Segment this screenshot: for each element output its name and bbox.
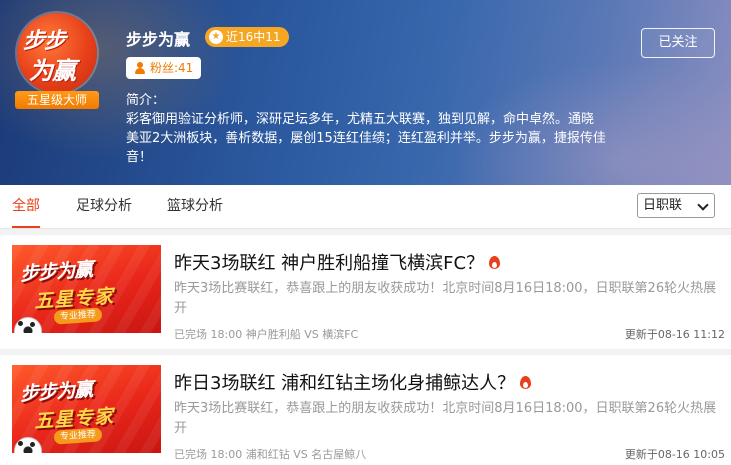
expert-intro: 简介： 彩客御用验证分析师，深研足坛多年，尤精五大联赛，独到见解，命中卓然。通晓… bbox=[126, 91, 606, 167]
article-match-info: 已完场 18:00 神户胜利船 VS 横滨FC bbox=[174, 328, 359, 341]
record-badge: ★ 近16中11 bbox=[205, 27, 289, 47]
fire-icon bbox=[488, 254, 501, 270]
thumbnail-title: 步步为赢 bbox=[19, 258, 93, 286]
article-title[interactable]: 昨天3场联红 神户胜利船撞飞横滨FC？ bbox=[174, 249, 501, 275]
expert-name: 步步为赢 bbox=[126, 30, 191, 49]
article-title[interactable]: 昨日3场联红 浦和红钻主场化身捕鲸达人？ bbox=[174, 369, 532, 395]
avatar-logo: 步步 为赢 bbox=[17, 13, 97, 93]
article-summary: 昨天3场比赛联红，恭喜跟上的朋友收获成功！北京时间8月16日18:00，日职联第… bbox=[174, 281, 717, 316]
expert-header: 步步 为赢 五星级大师 步步为赢 ★ 近16中11 粉丝:41 简介： 彩客御用… bbox=[0, 0, 731, 185]
expert-page: 步步 为赢 五星级大师 步步为赢 ★ 近16中11 粉丝:41 简介： 彩客御用… bbox=[0, 0, 731, 465]
article-title-text: 昨天3场联红 神户胜利船撞飞横滨FC？ bbox=[174, 253, 485, 274]
article-summary: 昨天3场比赛联红，恭喜跟上的朋友收获成功！北京时间8月16日18:00，日职联第… bbox=[174, 401, 717, 436]
article-item[interactable]: 步步为赢 五星专家 专业推荐 昨天3场联红 神户胜利船撞飞横滨FC？ 昨天3场比… bbox=[0, 235, 731, 349]
article-item[interactable]: 步步为赢 五星专家 专业推荐 昨日3场联红 浦和红钻主场化身捕鲸达人？ 昨天3场… bbox=[0, 355, 731, 465]
article-updated-time: 更新于08-16 11:12 bbox=[624, 328, 725, 341]
league-select-value: 日职联 bbox=[643, 198, 683, 213]
tab-basketball-analysis[interactable]: 篮球分析 bbox=[167, 185, 223, 228]
article-match-info: 已完场 18:00 浦和红钻 VS 名古屋鲸八 bbox=[174, 448, 367, 461]
article-title-text: 昨日3场联红 浦和红钻主场化身捕鲸达人？ bbox=[174, 373, 516, 394]
avatar: 步步 为赢 五星级大师 bbox=[15, 13, 99, 113]
avatar-text-line2: 为赢 bbox=[29, 57, 76, 85]
article-thumbnail: 步步为赢 五星专家 专业推荐 bbox=[12, 245, 161, 333]
star-icon: ★ bbox=[209, 30, 223, 44]
league-select[interactable]: 日职联 bbox=[637, 193, 715, 218]
tab-all[interactable]: 全部 bbox=[12, 185, 40, 228]
fire-icon bbox=[519, 374, 532, 390]
expert-level-ribbon: 五星级大师 bbox=[15, 91, 99, 109]
intro-text: 彩客御用验证分析师，深研足坛多年，尤精五大联赛，独到见解，命中卓然。通晓美亚2大… bbox=[126, 112, 606, 165]
article-updated-time: 更新于08-16 10:05 bbox=[624, 448, 725, 461]
article-thumbnail: 步步为赢 五星专家 专业推荐 bbox=[12, 365, 161, 453]
intro-label: 简介： bbox=[126, 93, 166, 108]
chevron-down-icon bbox=[697, 199, 709, 211]
person-icon bbox=[134, 62, 146, 74]
follow-button[interactable]: 已关注 bbox=[641, 28, 715, 58]
category-tabs: 全部 足球分析 篮球分析 日职联 bbox=[0, 185, 731, 229]
thumbnail-title: 步步为赢 bbox=[19, 378, 93, 406]
tab-football-analysis[interactable]: 足球分析 bbox=[76, 185, 132, 228]
record-badge-text: 近16中11 bbox=[226, 30, 281, 44]
fans-badge: 粉丝:41 bbox=[126, 57, 202, 79]
fans-count: 粉丝:41 bbox=[150, 61, 194, 75]
